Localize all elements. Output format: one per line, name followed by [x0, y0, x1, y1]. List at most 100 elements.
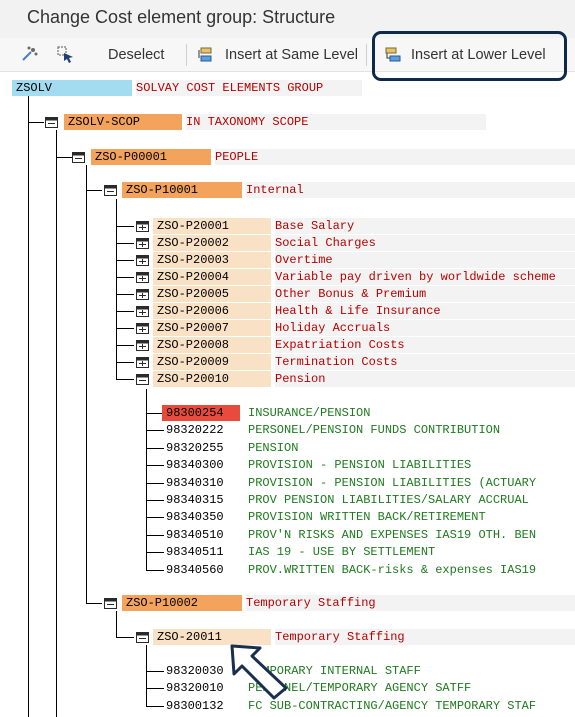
people-node-code[interactable]: ZSO-P00001 [91, 149, 211, 165]
tree-connector [116, 243, 134, 244]
folder-closed-icon[interactable] [136, 221, 149, 232]
group-node-code[interactable]: ZSO-P20006 [153, 303, 271, 319]
tree-connector [116, 345, 134, 346]
tree-connector [146, 645, 147, 706]
page-title: Change Cost element group: Structure [27, 7, 336, 27]
annotation-arrow-icon [230, 644, 288, 700]
folder-open-icon[interactable] [104, 185, 117, 196]
folder-closed-icon[interactable] [136, 289, 149, 300]
tree-connector [56, 157, 72, 158]
temp-node-code[interactable]: ZSO-P10002 [122, 595, 242, 611]
tree-connector [116, 637, 134, 638]
tree-connector [116, 294, 134, 295]
cost-element-desc: PROV.WRITTEN BACK-risks & expenses IAS19 [248, 563, 537, 577]
toolbar-divider [366, 44, 367, 66]
group-node-code[interactable]: ZSO-P20008 [153, 337, 271, 353]
group-node-desc: Health & Life Insurance [275, 303, 575, 319]
folder-closed-icon[interactable] [136, 340, 149, 351]
folder-open-icon[interactable] [136, 632, 149, 643]
cost-element-code[interactable]: 98300254 [162, 405, 240, 421]
insert-same-level-label: Insert at Same Level [225, 46, 358, 63]
group-node-code[interactable]: ZSO-P20007 [153, 320, 271, 336]
group-node-desc: Base Salary [275, 218, 575, 234]
cost-element-desc: PENSION [248, 441, 299, 455]
select-cursor-icon [56, 45, 76, 65]
cost-element-desc: PROV'N RISKS AND EXPENSES IAS19 OTH. BEN [248, 528, 537, 542]
tree-connector [86, 190, 102, 191]
group-node-desc: Termination Costs [275, 354, 575, 370]
insert-same-level-button[interactable]: Insert at Same Level [197, 38, 358, 71]
group-node-code[interactable]: ZSO-P20010 [153, 371, 271, 387]
cost-element-code[interactable]: 98300132 [162, 698, 240, 714]
group-node-code[interactable]: ZSO-P20001 [153, 218, 271, 234]
cost-element-code[interactable]: 98320255 [162, 440, 240, 456]
tree-connector [86, 603, 102, 604]
tree-connector [56, 130, 57, 717]
insert-same-level-icon [197, 45, 217, 65]
group-node-desc: Other Bonus & Premium [275, 286, 575, 302]
cost-element-code[interactable]: 98340511 [162, 544, 240, 560]
tree-connector [116, 362, 134, 363]
cost-element-desc: PERSONEL/PENSION FUNDS CONTRIBUTION [248, 423, 501, 437]
folder-closed-icon[interactable] [136, 323, 149, 334]
group-node-code[interactable]: ZSO-P20005 [153, 286, 271, 302]
group-node-code[interactable]: ZSO-P20004 [153, 269, 271, 285]
group-node-desc: Expatriation Costs [275, 337, 575, 353]
temp-group-desc: Temporary Staffing [275, 629, 575, 645]
folder-closed-icon[interactable] [136, 255, 149, 266]
cost-element-code[interactable]: 98340510 [162, 527, 240, 543]
temp-node-desc: Temporary Staffing [246, 595, 575, 611]
group-node-desc: Social Charges [275, 235, 575, 251]
cost-element-code[interactable]: 98320222 [162, 422, 240, 438]
group-node-code[interactable]: ZSO-P20009 [153, 354, 271, 370]
cost-element-code[interactable]: 98340350 [162, 509, 240, 525]
group-node-code[interactable]: ZSO-P20003 [153, 252, 271, 268]
tree-connector [116, 277, 134, 278]
folder-open-icon[interactable] [45, 117, 58, 128]
cost-element-code[interactable]: 98340300 [162, 457, 240, 473]
tree-connector [116, 226, 134, 227]
folder-open-icon[interactable] [136, 374, 149, 385]
folder-closed-icon[interactable] [136, 306, 149, 317]
internal-node-desc: Internal [246, 182, 575, 198]
expand-tree-icon [20, 45, 40, 65]
folder-open-icon[interactable] [104, 598, 117, 609]
folder-closed-icon[interactable] [136, 272, 149, 283]
tree-connector [116, 611, 117, 637]
scope-node-desc: IN TAXONOMY SCOPE [186, 114, 486, 130]
cost-element-desc: INSURANCE/PENSION [248, 406, 371, 420]
cost-element-desc: FC SUB-CONTRACTING/AGENCY TEMPORARY STAF [248, 699, 537, 713]
cost-element-desc: PROVISION WRITTEN BACK/RETIREMENT [248, 510, 486, 524]
tree-connector [116, 328, 134, 329]
expand-all-button[interactable] [20, 38, 40, 71]
cost-element-desc: PROV PENSION LIABILITIES/SALARY ACCRUAL [248, 493, 529, 507]
tree-connector [116, 379, 134, 380]
root-node-code[interactable]: ZSOLV [12, 80, 132, 96]
people-node-desc: PEOPLE [215, 149, 575, 165]
cost-element-code[interactable]: 98340310 [162, 475, 240, 491]
cost-element-desc: IAS 19 - USE BY SETTLEMENT [248, 545, 436, 559]
cost-element-desc: PROVISION - PENSION LIABILITIES (ACTUARY [248, 476, 537, 490]
deselect-label: Deselect [108, 46, 165, 63]
deselect-button[interactable]: Deselect [108, 38, 164, 71]
root-node-desc: SOLVAY COST ELEMENTS GROUP [136, 80, 362, 96]
tree-connector [116, 311, 134, 312]
toolbar-divider [186, 44, 187, 66]
group-node-desc: Overtime [275, 252, 575, 268]
group-node-desc: Holiday Accruals [275, 320, 575, 336]
tree-connector [28, 122, 44, 123]
internal-node-code[interactable]: ZSO-P10001 [122, 182, 242, 198]
group-node-desc: Pension [275, 371, 575, 387]
group-node-code[interactable]: ZSO-P20002 [153, 235, 271, 251]
highlight-annotation [372, 31, 567, 81]
tree-connector [28, 96, 29, 717]
group-node-desc: Variable pay driven by worldwide scheme [275, 269, 575, 285]
folder-closed-icon[interactable] [136, 238, 149, 249]
cost-element-code[interactable]: 98340560 [162, 562, 240, 578]
cost-element-desc: PROVISION - PENSION LIABILITIES [248, 458, 472, 472]
cost-element-code[interactable]: 98340315 [162, 492, 240, 508]
folder-open-icon[interactable] [72, 152, 85, 163]
select-button[interactable] [56, 38, 76, 71]
folder-closed-icon[interactable] [136, 357, 149, 368]
scope-node-code[interactable]: ZSOLV-SCOP [64, 114, 182, 130]
